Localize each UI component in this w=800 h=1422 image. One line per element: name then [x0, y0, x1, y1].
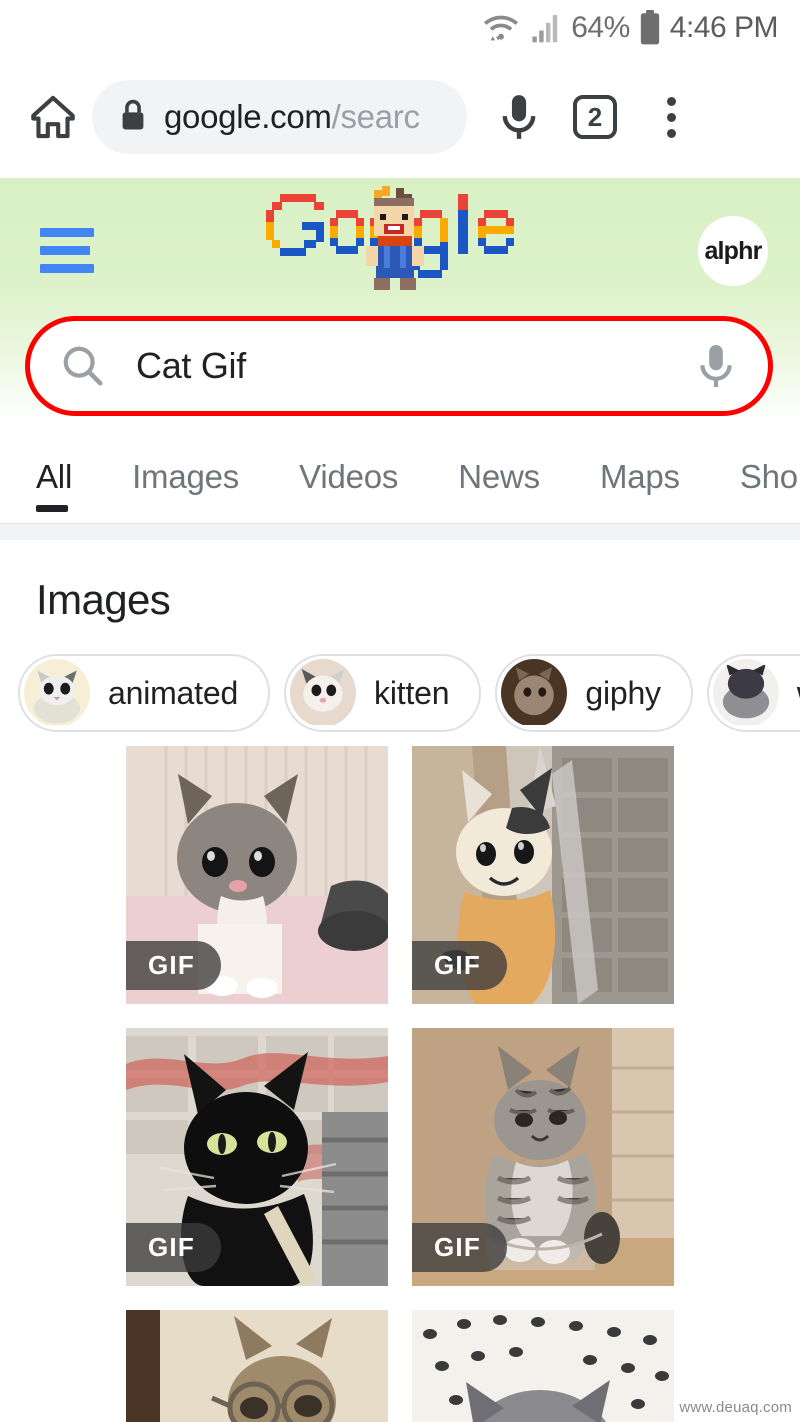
chip-thumbnail	[712, 659, 779, 727]
image-filter-chips: animated kitten giphy	[0, 624, 800, 734]
home-icon[interactable]	[22, 91, 84, 143]
chip-label: giphy	[585, 674, 661, 711]
tab-counter-button[interactable]: 2	[557, 95, 633, 139]
section-separator	[0, 524, 800, 540]
search-microphone-icon[interactable]	[694, 342, 738, 390]
url-domain: google.com	[164, 98, 332, 135]
account-avatar[interactable]: alphr	[698, 216, 768, 286]
chip-animated[interactable]: animated	[18, 654, 271, 732]
tab-all[interactable]: All	[36, 432, 72, 512]
tab-count-label: 2	[573, 95, 617, 139]
search-box[interactable]: Cat Gif	[25, 316, 773, 416]
image-result[interactable]: GIF	[126, 1028, 388, 1286]
search-icon	[60, 343, 106, 389]
cellular-signal-icon	[529, 12, 563, 44]
chip-thumbnail	[501, 659, 568, 727]
image-row: GIF GIF	[126, 746, 674, 1004]
image-result[interactable]: GIF	[126, 746, 388, 1004]
chip-label: kitten	[374, 674, 450, 711]
images-section-title: Images	[36, 576, 171, 623]
tab-shopping[interactable]: Shopp	[740, 432, 800, 496]
battery-icon	[638, 10, 662, 46]
chip-label: animated	[108, 674, 239, 711]
chip-kitten[interactable]: kitten	[284, 654, 482, 732]
gif-badge: GIF	[412, 941, 507, 990]
tab-images[interactable]: Images	[132, 432, 239, 496]
google-doodle-logo[interactable]	[260, 186, 540, 304]
url-bar[interactable]: google.com/searc	[92, 80, 467, 154]
chip-giphy[interactable]: giphy	[495, 654, 693, 732]
image-row: GIF GIF	[126, 1028, 674, 1286]
images-section: Images animated kitten giphy GIF GIF GIF…	[0, 540, 800, 1422]
status-bar: 64% 4:46 PM	[0, 0, 800, 56]
chip-thumbnail	[290, 659, 357, 727]
image-result[interactable]: GIF	[412, 746, 674, 1004]
microphone-icon[interactable]	[481, 92, 557, 142]
image-result[interactable]	[126, 1310, 388, 1422]
site-watermark: www.deuaq.com	[679, 1399, 792, 1416]
battery-percent-label: 64%	[571, 11, 630, 44]
chip-thumbnail	[24, 659, 90, 727]
image-row	[126, 1310, 674, 1422]
url-text: google.com/searc	[164, 98, 420, 136]
tab-news[interactable]: News	[458, 432, 540, 496]
image-result[interactable]: GIF	[412, 1028, 674, 1286]
browser-toolbar: google.com/searc 2	[0, 56, 800, 178]
overflow-menu-icon[interactable]	[633, 96, 709, 138]
phone-screen: 64% 4:46 PM google.com/searc 2 alphr Cat…	[0, 0, 800, 1422]
gif-badge: GIF	[126, 1223, 221, 1272]
gif-badge: GIF	[412, 1223, 507, 1272]
chip-wiggle[interactable]: wigg	[706, 654, 800, 732]
tab-maps[interactable]: Maps	[600, 432, 680, 496]
hamburger-menu-icon[interactable]	[40, 216, 94, 273]
image-results-grid: GIF GIF GIF GIF	[126, 746, 674, 1422]
search-tabs: All Images Videos News Maps Shopp	[0, 432, 800, 524]
three-dots	[666, 96, 676, 138]
tab-videos[interactable]: Videos	[299, 432, 398, 496]
lock-icon	[118, 98, 148, 137]
search-input[interactable]: Cat Gif	[136, 345, 694, 387]
clock-label: 4:46 PM	[669, 11, 779, 44]
url-path: /searc	[331, 98, 420, 135]
image-result[interactable]	[412, 1310, 674, 1422]
wifi-icon	[481, 11, 521, 45]
gif-badge: GIF	[126, 941, 221, 990]
